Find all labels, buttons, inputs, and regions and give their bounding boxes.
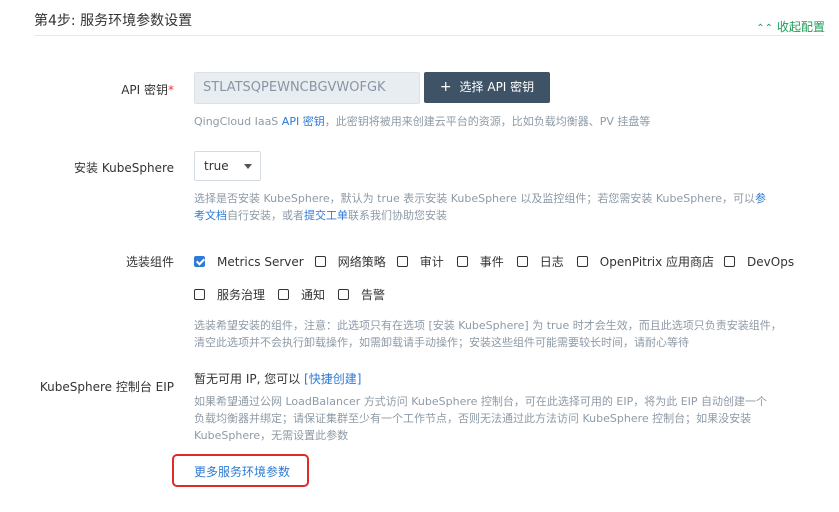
install-help-part3: 联系我们协助您安装 [348, 209, 447, 222]
component-label: 通知 [301, 288, 326, 302]
checkbox[interactable] [724, 256, 736, 267]
component-label: DevOps [747, 254, 795, 269]
api-key-help-prefix: QingCloud IaaS [194, 115, 282, 128]
components-row-1: Metrics Server 网络策略 审计 事件 日志 OpenPitrix … [194, 253, 804, 270]
quick-create-link[interactable]: [快捷创建] [304, 372, 361, 386]
install-kubesphere-selected-value: true [204, 159, 229, 173]
component-service-mesh[interactable]: 服务治理 [194, 286, 265, 303]
api-key-help: QingCloud IaaS API 密钥，此密钥将被用来创建云平台的资源，比如… [194, 113, 650, 130]
header-divider [34, 35, 824, 36]
component-events[interactable]: 事件 [456, 253, 504, 270]
submit-ticket-link[interactable]: 提交工单 [304, 209, 348, 222]
eip-help-line: 负载均衡器并绑定；请保证集群至少有一个工作节点，否则无法通过此方法访问 Kube… [194, 412, 752, 425]
select-api-key-label: 选择 API 密钥 [459, 80, 535, 94]
eip-label: KubeSphere 控制台 EIP [39, 380, 174, 394]
caret-down-icon [244, 164, 252, 169]
component-openpitrix[interactable]: OpenPitrix 应用商店 [576, 253, 715, 270]
checkbox[interactable] [314, 256, 326, 267]
eip-status: 暂无可用 IP, 您可以 [快捷创建] [194, 370, 361, 387]
component-label: 事件 [479, 255, 504, 269]
api-key-help-suffix: ，此密钥将被用来创建云平台的资源，比如负载均衡器、PV 挂盘等 [324, 115, 651, 128]
components-row-2: 服务治理 通知 告警 [194, 286, 395, 303]
checkbox[interactable] [278, 289, 290, 300]
install-kubesphere-help: 选择是否安装 KubeSphere，默认为 true 表示安装 KubeSphe… [194, 190, 814, 224]
plus-icon: + [439, 79, 452, 95]
component-audit[interactable]: 审计 [396, 253, 444, 270]
api-key-label: API 密钥* [121, 81, 174, 98]
components-label: 选装组件 [125, 255, 174, 269]
component-metrics-server[interactable]: Metrics Server [194, 255, 304, 269]
component-label: 审计 [419, 255, 444, 269]
checkbox[interactable] [576, 256, 588, 267]
checkbox[interactable] [338, 289, 350, 300]
components-help-line: 清空此选项并不会执行卸载操作，如需卸载请手动操作；安装这些组件可能需要较长时间，… [194, 336, 689, 349]
api-key-doc-link[interactable]: API 密钥 [282, 115, 325, 128]
checkbox[interactable] [456, 256, 468, 267]
required-mark: * [168, 83, 174, 97]
component-label: 日志 [539, 255, 564, 269]
chevron-up-icon: ⌃⌃ [756, 23, 773, 34]
install-help-part1: 选择是否安装 KubeSphere，默认为 true 表示安装 KubeSphe… [194, 192, 755, 205]
eip-help-line: 如果希望通过公网 LoadBalancer 方式访问 KubeSphere 控制… [194, 395, 768, 408]
select-api-key-button[interactable]: + 选择 API 密钥 [424, 72, 550, 103]
eip-help: 如果希望通过公网 LoadBalancer 方式访问 KubeSphere 控制… [194, 393, 824, 444]
api-key-input[interactable]: STLATSQPEWNCBGVWOFGK [194, 72, 420, 104]
reference-doc-link-b[interactable]: 考文档 [194, 209, 227, 222]
component-label: OpenPitrix 应用商店 [599, 255, 715, 269]
api-key-label-text: API 密钥 [121, 83, 168, 97]
component-devops[interactable]: DevOps [724, 255, 794, 269]
component-label: 服务治理 [217, 288, 266, 302]
checkbox[interactable] [396, 256, 408, 267]
checkbox-checked[interactable] [194, 256, 205, 267]
component-label: 告警 [361, 288, 386, 302]
component-network-policy[interactable]: 网络策略 [314, 253, 386, 270]
component-logging[interactable]: 日志 [516, 253, 564, 270]
components-help-line: 选装希望安装的组件，注意：此选项只有在选项 [安装 KubeSphere] 为 … [194, 319, 782, 332]
component-label: 网络策略 [337, 255, 386, 269]
checkbox[interactable] [194, 289, 205, 300]
collapse-config-label: 收起配置 [776, 20, 825, 34]
step-title: 第4步: 服务环境参数设置 [34, 13, 193, 29]
reference-doc-link-a[interactable]: 参 [755, 192, 766, 205]
components-help: 选装希望安装的组件，注意：此选项只有在选项 [安装 KubeSphere] 为 … [194, 317, 824, 351]
eip-help-line: KubeSphere，无需设置此参数 [194, 429, 349, 442]
component-notification[interactable]: 通知 [278, 286, 325, 303]
component-label: Metrics Server [217, 254, 304, 269]
install-kubesphere-select[interactable]: true [194, 151, 261, 181]
install-kubesphere-label: 安装 KubeSphere [74, 161, 174, 175]
component-alerting[interactable]: 告警 [338, 286, 385, 303]
collapse-config-link[interactable]: ⌃⌃ 收起配置 [756, 18, 825, 35]
more-service-params-link[interactable]: 更多服务环境参数 [194, 463, 290, 480]
install-help-part2: 自行安装，或者 [227, 209, 304, 222]
checkbox[interactable] [516, 256, 528, 267]
eip-status-text: 暂无可用 IP, 您可以 [194, 372, 305, 386]
